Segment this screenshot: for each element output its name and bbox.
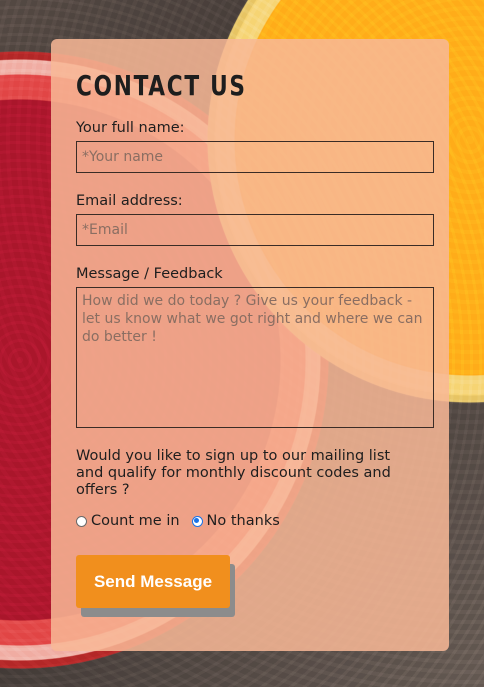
email-label: Email address: xyxy=(76,193,183,209)
mailing-list-question: Would you like to sign up to our mailing… xyxy=(76,448,391,498)
radio-option-no-thanks[interactable]: No thanks xyxy=(191,513,280,529)
radio-count-me-in[interactable] xyxy=(76,515,87,527)
radio-label-count-me-in: Count me in xyxy=(91,513,180,529)
message-textarea[interactable] xyxy=(76,287,434,428)
contact-form: CONTACT US Your full name: Email address… xyxy=(51,39,449,651)
radio-no-thanks[interactable] xyxy=(191,515,203,527)
name-label: Your full name: xyxy=(76,120,185,136)
send-message-button[interactable]: Send Message xyxy=(76,555,230,608)
radio-option-count-me-in[interactable]: Count me in xyxy=(76,513,180,529)
name-field[interactable] xyxy=(76,141,434,173)
send-button-wrapper: Send Message xyxy=(76,555,236,617)
radio-label-no-thanks: No thanks xyxy=(206,513,280,529)
message-label: Message / Feedback xyxy=(76,266,223,282)
form-title: CONTACT US xyxy=(76,69,247,102)
mailing-list-options: Count me in No thanks xyxy=(76,513,434,529)
email-field[interactable] xyxy=(76,214,434,246)
